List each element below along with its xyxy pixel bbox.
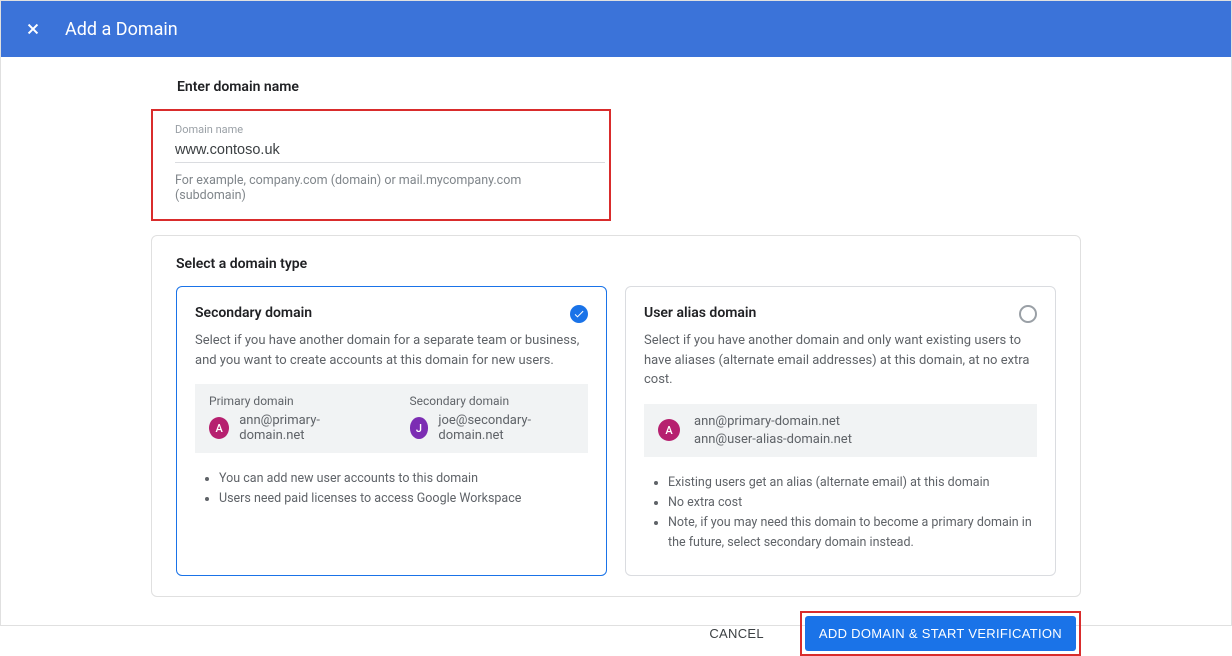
domain-type-card: Select a domain type Secondary domain Se… bbox=[151, 235, 1081, 597]
list-item: No extra cost bbox=[668, 493, 1037, 513]
select-type-title: Select a domain type bbox=[176, 256, 1056, 272]
avatar: A bbox=[658, 419, 680, 441]
list-item: Users need paid licenses to access Googl… bbox=[219, 489, 588, 509]
selected-check-icon bbox=[570, 305, 588, 323]
secondary-title: Secondary domain bbox=[195, 305, 312, 321]
footer-actions: CANCEL ADD DOMAIN & START VERIFICATION bbox=[151, 597, 1081, 656]
list-item: You can add new user accounts to this do… bbox=[219, 469, 588, 489]
avatar: A bbox=[209, 417, 229, 439]
modal-title: Add a Domain bbox=[65, 19, 178, 40]
close-icon[interactable] bbox=[21, 17, 45, 41]
alias-title: User alias domain bbox=[644, 305, 756, 321]
add-domain-start-verification-button[interactable]: ADD DOMAIN & START VERIFICATION bbox=[805, 616, 1076, 651]
radio-unselected-icon bbox=[1019, 305, 1037, 323]
example-email: joe@secondary-domain.net bbox=[438, 413, 574, 443]
list-item: Note, if you may need this domain to bec… bbox=[668, 513, 1037, 553]
secondary-desc: Select if you have another domain for a … bbox=[195, 331, 588, 370]
modal-header: Add a Domain bbox=[1, 1, 1231, 57]
domain-field-label: Domain name bbox=[175, 123, 587, 136]
example-email: ann@primary-domain.net bbox=[694, 414, 852, 429]
domain-helper-text: For example, company.com (domain) or mai… bbox=[175, 173, 587, 203]
secondary-bullets: You can add new user accounts to this do… bbox=[195, 469, 588, 509]
submit-highlight: ADD DOMAIN & START VERIFICATION bbox=[800, 611, 1081, 656]
option-user-alias-domain[interactable]: User alias domain Select if you have ano… bbox=[625, 286, 1056, 576]
avatar: J bbox=[410, 417, 429, 439]
secondary-example: Primary domain A ann@primary-domain.net … bbox=[195, 384, 588, 453]
alias-example: A ann@primary-domain.net ann@user-alias-… bbox=[644, 404, 1037, 457]
cancel-button[interactable]: CANCEL bbox=[699, 618, 774, 649]
list-item: Existing users get an alias (alternate e… bbox=[668, 473, 1037, 493]
alias-desc: Select if you have another domain and on… bbox=[644, 331, 1037, 390]
secondary-domain-label: Secondary domain bbox=[410, 394, 575, 408]
domain-input-card: Domain name For example, company.com (do… bbox=[151, 109, 611, 221]
domain-name-input[interactable] bbox=[175, 138, 605, 163]
primary-domain-label: Primary domain bbox=[209, 394, 374, 408]
enter-domain-title: Enter domain name bbox=[177, 79, 1081, 95]
option-secondary-domain[interactable]: Secondary domain Select if you have anot… bbox=[176, 286, 607, 576]
example-email: ann@user-alias-domain.net bbox=[694, 432, 852, 447]
example-email: ann@primary-domain.net bbox=[239, 413, 373, 443]
alias-bullets: Existing users get an alias (alternate e… bbox=[644, 473, 1037, 553]
